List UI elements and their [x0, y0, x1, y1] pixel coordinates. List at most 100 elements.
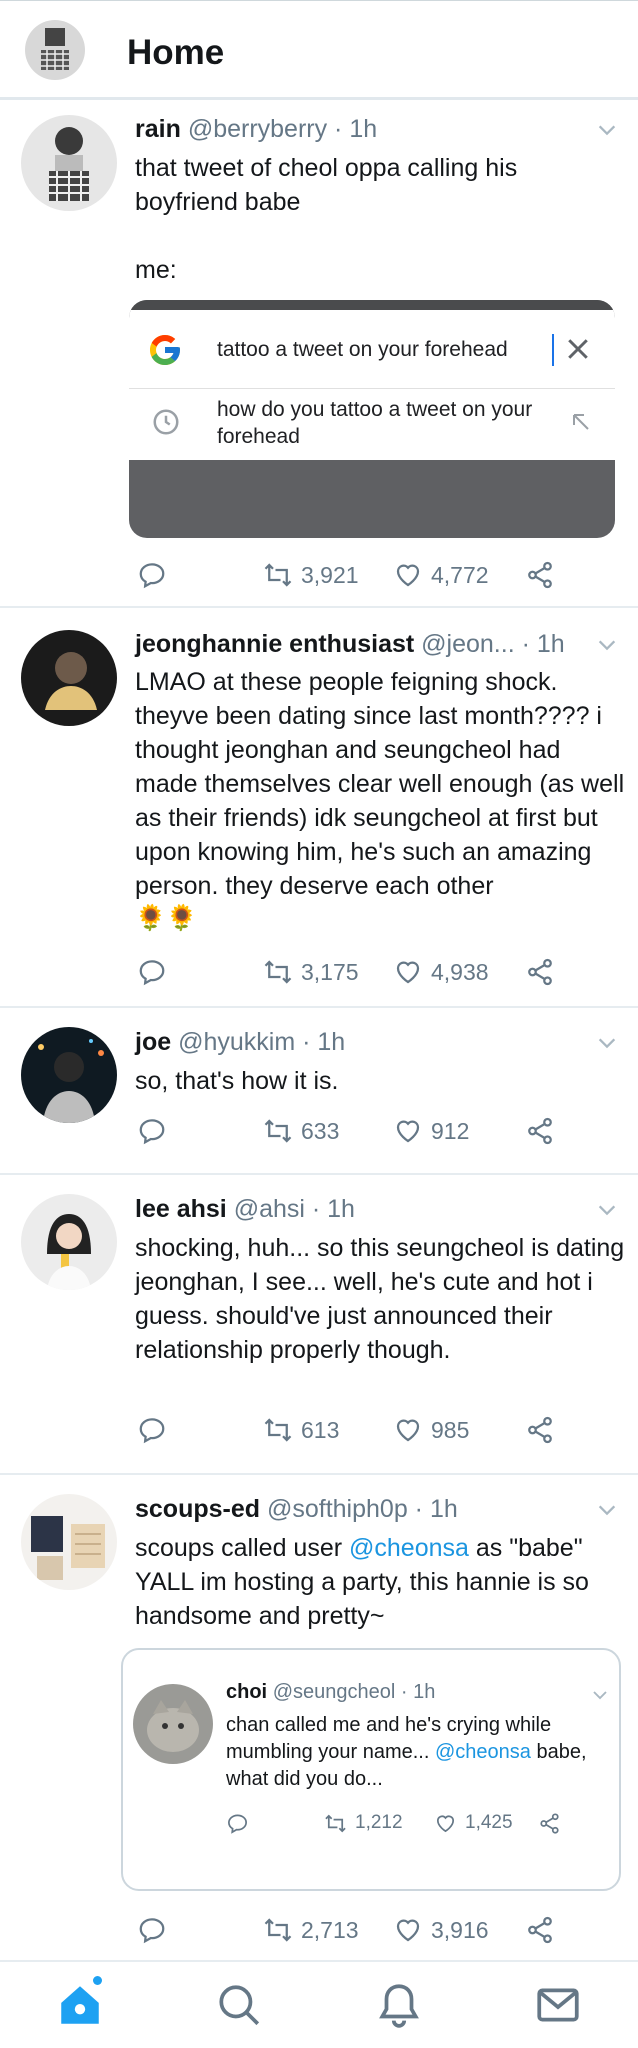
avatar[interactable]	[21, 1194, 117, 1290]
like-button[interactable]: 4,772	[393, 558, 489, 592]
bell-icon	[379, 1984, 419, 2028]
search-query: tattoo a tweet on your forehead	[217, 338, 508, 361]
tweet-text: shocking, huh... so this seungcheol is d…	[135, 1234, 632, 1364]
chevron-down-icon[interactable]	[596, 634, 618, 656]
retweet-count: 2,713	[301, 1916, 359, 1943]
reply-icon	[139, 563, 165, 589]
chevron-down-icon[interactable]	[596, 119, 618, 141]
attached-image[interactable]: tattoo a tweet on your forehead how do y…	[129, 300, 615, 538]
tweet[interactable]: rain @berryberry · 1h that tweet of cheo…	[0, 103, 638, 608]
like-icon	[396, 564, 420, 587]
avatar[interactable]	[133, 1684, 213, 1764]
retweet-icon	[264, 1418, 292, 1442]
search-icon	[219, 1985, 260, 2026]
share-icon	[540, 1812, 559, 1834]
mention-link[interactable]: @cheonsa	[435, 1741, 531, 1763]
retweet-button[interactable]: 1,212	[324, 1810, 403, 1836]
handle[interactable]: @ahsi	[234, 1195, 305, 1223]
avatar[interactable]	[21, 115, 117, 211]
display-name[interactable]: joe	[135, 1028, 171, 1056]
google-logo-icon	[150, 335, 180, 365]
tweet-text: scoups called user @cheonsa as "babe" YA…	[135, 1531, 625, 1633]
display-name[interactable]: scoups-ed	[135, 1495, 260, 1523]
retweet-button[interactable]: 633	[263, 1114, 339, 1148]
chevron-down-icon[interactable]	[596, 1199, 618, 1221]
timestamp[interactable]: 1h	[327, 1195, 355, 1223]
reply-button[interactable]	[137, 1913, 167, 1947]
tweet-text: that tweet of cheol oppa calling his boy…	[135, 154, 518, 284]
like-button[interactable]: 912	[393, 1114, 469, 1148]
like-count: 4,772	[431, 561, 489, 588]
reply-button[interactable]	[137, 558, 167, 592]
like-icon	[436, 1815, 455, 1832]
timestamp[interactable]: 1h	[349, 115, 377, 143]
quoted-tweet[interactable]: choi @seungcheol · 1h chan called me and…	[121, 1648, 621, 1891]
like-button[interactable]: 985	[393, 1413, 469, 1447]
handle[interactable]: @berryberry	[188, 115, 327, 143]
retweet-button[interactable]: 2,713	[263, 1913, 359, 1947]
handle[interactable]: @seungcheol	[273, 1681, 396, 1703]
timestamp[interactable]: 1h	[430, 1495, 458, 1523]
reply-icon	[228, 1813, 247, 1834]
share-button[interactable]	[525, 1114, 555, 1148]
profile-avatar[interactable]	[25, 20, 85, 80]
close-icon	[568, 339, 588, 359]
timestamp[interactable]: 1h	[317, 1028, 345, 1056]
share-button[interactable]	[525, 1413, 555, 1447]
like-button[interactable]: 4,938	[393, 955, 489, 989]
tweet-header: joe @hyukkim · 1h	[135, 1028, 346, 1056]
tweet-actions: 1,212 1,425	[226, 1810, 566, 1836]
tweet-actions: 613 985	[135, 1413, 565, 1447]
mention-link[interactable]: @cheonsa	[349, 1534, 469, 1562]
avatar[interactable]	[21, 1027, 117, 1123]
like-count: 1,425	[465, 1812, 513, 1833]
retweet-button[interactable]: 613	[263, 1413, 339, 1447]
display-name[interactable]: choi	[226, 1681, 267, 1703]
share-button[interactable]	[538, 1810, 561, 1836]
retweet-button[interactable]: 3,921	[263, 558, 359, 592]
like-button[interactable]: 1,425	[434, 1810, 513, 1836]
tweet[interactable]: joe @hyukkim · 1h so, that's how it is. …	[0, 1010, 638, 1175]
chevron-down-icon[interactable]	[596, 1499, 618, 1521]
retweet-count: 3,921	[301, 561, 359, 588]
display-name[interactable]: lee ahsi	[135, 1195, 227, 1223]
reply-button[interactable]	[226, 1810, 249, 1836]
handle[interactable]: @softhiph0p	[267, 1495, 408, 1523]
nav-search[interactable]	[214, 1980, 264, 2030]
timestamp[interactable]: 1h	[413, 1681, 435, 1703]
reply-button[interactable]	[137, 955, 167, 989]
like-count: 4,938	[431, 958, 489, 985]
reply-icon	[139, 1418, 165, 1444]
top-bar: Home	[0, 0, 638, 100]
like-button[interactable]: 3,916	[393, 1913, 489, 1947]
handle[interactable]: @hyukkim	[178, 1028, 295, 1056]
page-title: Home	[127, 33, 225, 72]
reply-button[interactable]	[137, 1413, 167, 1447]
nav-notifications[interactable]	[374, 1980, 424, 2030]
tweet-text: chan called me and he's crying while mum…	[226, 1712, 621, 1793]
retweet-button[interactable]: 3,175	[263, 955, 359, 989]
chevron-down-icon[interactable]	[591, 1686, 609, 1704]
tweet-text-part: scoups called user	[135, 1534, 350, 1562]
avatar[interactable]	[21, 630, 117, 726]
reply-button[interactable]	[137, 1114, 167, 1148]
avatar[interactable]	[21, 1494, 117, 1590]
chevron-down-icon[interactable]	[596, 1032, 618, 1054]
retweet-icon	[264, 563, 292, 587]
nav-home[interactable]	[55, 1976, 105, 2030]
display-name[interactable]: rain	[135, 115, 181, 143]
share-button[interactable]	[525, 558, 555, 592]
tweet[interactable]: jeonghannie enthusiast @jeon... · 1h LMA…	[0, 610, 638, 1008]
share-button[interactable]	[525, 1913, 555, 1947]
share-icon	[528, 1117, 552, 1145]
share-button[interactable]	[525, 955, 555, 989]
retweet-icon	[264, 1918, 292, 1942]
display-name[interactable]: jeonghannie enthusiast	[135, 630, 414, 658]
like-count: 3,916	[431, 1916, 489, 1943]
text-cursor	[552, 334, 554, 366]
nav-messages[interactable]	[533, 1980, 583, 2030]
tweet[interactable]: lee ahsi @ahsi · 1h shocking, huh... so …	[0, 1177, 638, 1475]
handle[interactable]: @jeon...	[421, 630, 514, 658]
retweet-count: 613	[301, 1416, 340, 1443]
timestamp[interactable]: 1h	[537, 630, 565, 658]
